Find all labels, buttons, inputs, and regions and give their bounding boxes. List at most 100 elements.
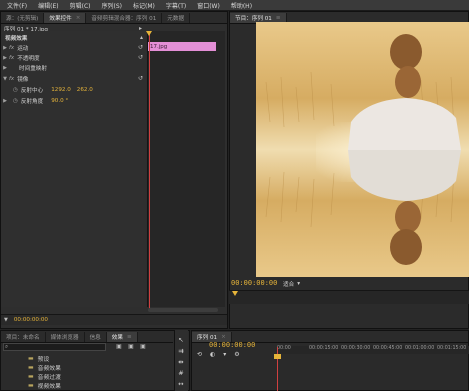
selection-tool-icon[interactable]: ↖ — [177, 336, 185, 344]
effect-motion[interactable]: ▶ fx 运动 ↺ — [1, 43, 146, 52]
ec-clip-bar[interactable]: 17.jpg — [148, 42, 216, 51]
tab-audio-clip-mixer[interactable]: 音频剪辑混合器：序列 01 — [86, 13, 163, 23]
folder-icon: ▬ — [28, 364, 34, 371]
tab-project[interactable]: 项目：未命名 — [1, 332, 46, 342]
32bit-effects-icon[interactable]: ▣ — [127, 343, 135, 351]
stopwatch-icon[interactable]: ◷ — [13, 98, 18, 104]
menu-marker[interactable]: 标记(M) — [133, 1, 155, 10]
snap-icon[interactable]: ◐ — [210, 351, 215, 358]
ec-zoom-scrollbar[interactable] — [148, 308, 218, 312]
tab-effects-label: 效果 — [111, 335, 123, 341]
accelerated-effects-icon[interactable]: ▣ — [115, 343, 123, 351]
menu-window[interactable]: 窗口(W) — [197, 1, 220, 10]
expand-triangle-icon[interactable]: ▶ — [1, 55, 9, 61]
wrench-icon[interactable]: ⚙ — [234, 351, 239, 358]
menu-help[interactable]: 帮助(H) — [231, 1, 252, 10]
expand-triangle-icon[interactable]: ▶ — [1, 65, 9, 71]
marker-icon[interactable]: ▾ — [223, 351, 226, 358]
stopwatch-icon[interactable]: ◷ — [13, 87, 18, 93]
tab-effect-controls[interactable]: 效果控件 × — [44, 13, 87, 23]
expand-icon[interactable]: ▴ — [140, 34, 143, 41]
fx-icon[interactable]: fx — [9, 45, 14, 51]
folder-icon: ▬ — [28, 373, 34, 380]
project-tabs: 项目：未命名 媒体浏览器 信息 效果 ≡ — [1, 331, 173, 343]
fx-icon[interactable]: fx — [9, 55, 14, 61]
folder-video-effects-label: 视频效果 — [37, 384, 61, 390]
folder-audio-effects-label: 音频效果 — [37, 366, 61, 372]
tab-info[interactable]: 信息 — [85, 332, 107, 342]
program-playhead-icon[interactable] — [232, 291, 238, 296]
ripple-edit-tool-icon[interactable]: ⇹ — [177, 358, 185, 366]
effects-search-input[interactable]: ⌕ — [3, 343, 106, 351]
tab-audio-mixer-label: 音频剪辑混合器：序列 01 — [91, 16, 157, 22]
menu-sequence[interactable]: 序列(S) — [102, 1, 123, 10]
param-reflection-angle: ▶ ◷ 反射角度 90.0 ° — [1, 96, 146, 105]
rolling-edit-tool-icon[interactable]: # — [177, 369, 185, 377]
list-item[interactable]: ▬ 预设 — [28, 354, 49, 363]
effect-controls-tabs: 源：(无剪辑) 效果控件 × 音频剪辑混合器：序列 01 元数据 — [1, 12, 227, 24]
tab-metadata[interactable]: 元数据 — [162, 13, 191, 23]
menu-bar: 文件(F) 编辑(E) 剪辑(C) 序列(S) 标记(M) 字幕(T) 窗口(W… — [0, 0, 469, 11]
tab-effects[interactable]: 效果 ≡ — [106, 332, 138, 342]
timeline-ruler[interactable]: 00:00 00:00:15:00 00:00:30:00 00:00:45:0… — [277, 346, 469, 354]
ec-timecode[interactable]: 00:00:00:00 — [14, 317, 48, 323]
tab-media-browser-label: 媒体浏览器 — [50, 335, 79, 341]
reflection-center-y[interactable]: 262.0 — [77, 87, 93, 93]
tab-source[interactable]: 源：(无剪辑) — [1, 13, 45, 23]
list-item[interactable]: ▬ 音频效果 — [28, 363, 61, 372]
menu-clip[interactable]: 剪辑(C) — [70, 1, 91, 10]
timeline-timecode[interactable]: 00:00:00:00 — [209, 341, 255, 349]
reset-icon[interactable]: ↺ — [138, 54, 143, 61]
effect-list: 视频效果 ▴ ▶ fx 运动 ↺ ▶ fx 不透明度 ↺ ▶ 时间重映射 ▼ f… — [1, 31, 146, 307]
fx-icon[interactable]: fx — [9, 76, 14, 82]
folder-presets-label: 预设 — [37, 357, 50, 363]
param-reflection-angle-label: 反射角度 — [20, 98, 44, 105]
reflection-angle-value[interactable]: 90.0 ° — [51, 98, 68, 104]
timeline-playhead-icon[interactable] — [274, 354, 281, 359]
ruler-tick: 00:00:45:00 — [373, 346, 403, 351]
rate-stretch-tool-icon[interactable]: ↔ — [177, 380, 185, 388]
fit-select[interactable]: 适合 ▾ — [283, 279, 319, 288]
tab-media-browser[interactable]: 媒体浏览器 — [46, 332, 85, 342]
collapse-triangle-icon[interactable]: ▼ — [1, 76, 9, 82]
tab-info-label: 信息 — [89, 335, 101, 341]
yuv-effects-icon[interactable]: ▣ — [139, 343, 147, 351]
timeline-toolbar: ⟲ ◐ ▾ ⚙ — [197, 350, 275, 359]
param-reflection-center-label: 反射中心 — [20, 87, 44, 94]
tab-metadata-label: 元数据 — [167, 16, 185, 22]
program-timecode[interactable]: 00:00:00:00 — [231, 279, 277, 287]
menu-edit[interactable]: 编辑(E) — [38, 1, 58, 10]
nest-icon[interactable]: ⟲ — [197, 351, 202, 358]
reset-icon[interactable]: ↺ — [138, 75, 143, 82]
ruler-tick: 00:01:15:00 — [437, 346, 467, 351]
list-item[interactable]: ▬ 视频效果 — [28, 381, 61, 390]
fit-select-value: 适合 — [283, 281, 295, 288]
expand-triangle-icon[interactable]: ▶ — [1, 45, 9, 51]
close-icon[interactable]: × — [221, 334, 226, 340]
menu-file[interactable]: 文件(F) — [7, 1, 27, 10]
effect-motion-label: 运动 — [17, 45, 29, 52]
expand-triangle-icon[interactable]: ▶ — [1, 98, 9, 104]
menu-title[interactable]: 字幕(T) — [166, 1, 186, 10]
ec-playhead-marker-icon[interactable] — [146, 31, 152, 36]
tab-source-label: 源：(无剪辑) — [6, 16, 39, 22]
list-item[interactable]: ▬ 音频过渡 — [28, 372, 61, 381]
program-video-frame — [256, 22, 469, 277]
menu-icon[interactable]: ≡ — [276, 15, 281, 21]
close-icon[interactable]: × — [76, 15, 81, 21]
effect-opacity[interactable]: ▶ fx 不透明度 ↺ — [1, 53, 146, 62]
ec-footer: ▼ 00:00:00:00 — [1, 314, 227, 325]
effect-time-remapping[interactable]: ▶ 时间重映射 — [1, 63, 146, 72]
effect-timeline-view[interactable] — [147, 31, 225, 307]
track-select-tool-icon[interactable]: ⇉ — [177, 347, 185, 355]
reset-icon[interactable]: ↺ — [138, 44, 143, 51]
menu-icon[interactable]: ≡ — [127, 334, 132, 340]
reflection-center-x[interactable]: 1292.0 — [51, 87, 71, 93]
program-ruler[interactable] — [229, 290, 469, 304]
effect-mirror[interactable]: ▼ fx 镜像 ↺ — [1, 74, 146, 83]
video-effects-title: 视频效果 — [5, 35, 28, 42]
ec-playhead-line[interactable] — [149, 32, 150, 310]
filter-icon[interactable]: ▼ — [4, 317, 8, 323]
tab-effect-controls-label: 效果控件 — [49, 16, 72, 22]
effect-mirror-label: 镜像 — [17, 76, 29, 83]
